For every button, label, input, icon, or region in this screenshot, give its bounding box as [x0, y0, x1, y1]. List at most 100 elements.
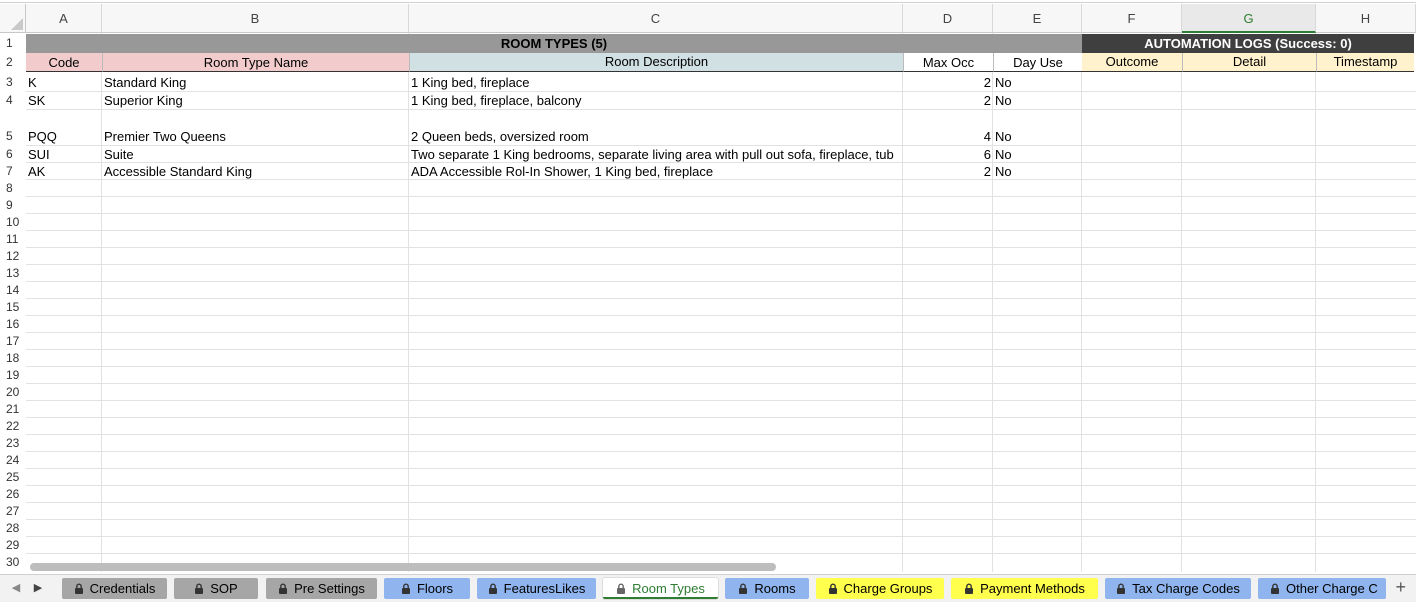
- row-header[interactable]: 25: [0, 469, 26, 486]
- cell-code[interactable]: AK: [26, 163, 102, 180]
- row-header[interactable]: 6: [0, 146, 26, 163]
- row-header[interactable]: 22: [0, 418, 26, 435]
- tab-label: Credentials: [89, 581, 156, 596]
- header-day-use[interactable]: Day Use: [993, 53, 1082, 72]
- cell-max-occ[interactable]: 2: [903, 92, 993, 109]
- row-header[interactable]: 8: [0, 180, 26, 197]
- automation-logs-title[interactable]: AUTOMATION LOGS (Success: 0): [1082, 34, 1414, 53]
- row-header[interactable]: 9: [0, 197, 26, 214]
- gridline: [902, 33, 903, 572]
- cell-max-occ[interactable]: 2: [903, 74, 993, 91]
- cell-room-type-name[interactable]: Standard King: [102, 74, 409, 91]
- row-header[interactable]: 28: [0, 520, 26, 537]
- cell-room-description[interactable]: 2 Queen beds, oversized room: [409, 128, 903, 145]
- row-header[interactable]: 3: [0, 74, 26, 91]
- tab-floors[interactable]: Floors: [384, 578, 470, 599]
- header-max-occ[interactable]: Max Occ: [903, 53, 993, 72]
- header-room-type-name[interactable]: Room Type Name: [102, 53, 409, 72]
- header-room-description[interactable]: Room Description: [409, 53, 903, 72]
- row-header[interactable]: 26: [0, 486, 26, 503]
- header-timestamp[interactable]: Timestamp: [1316, 53, 1414, 72]
- cell-room-type-name[interactable]: Accessible Standard King: [102, 163, 409, 180]
- row-header[interactable]: 14: [0, 282, 26, 299]
- cell-code[interactable]: SUI: [26, 146, 102, 163]
- row-header[interactable]: 10: [0, 214, 26, 231]
- cell-room-type-name[interactable]: Superior King: [102, 92, 409, 109]
- cell-room-type-name[interactable]: Premier Two Queens: [102, 128, 409, 145]
- row-header[interactable]: 13: [0, 265, 26, 282]
- cell-day-use[interactable]: No: [993, 128, 1082, 145]
- row-header[interactable]: 5: [0, 128, 26, 145]
- tab-tax-charge-codes[interactable]: Tax Charge Codes: [1105, 578, 1251, 599]
- tab-featureslikes[interactable]: FeaturesLikes: [477, 578, 596, 599]
- header-detail[interactable]: Detail: [1182, 53, 1316, 72]
- row-header[interactable]: 20: [0, 384, 26, 401]
- cell-room-type-name[interactable]: Suite: [102, 146, 409, 163]
- cell-max-occ[interactable]: 6: [903, 146, 993, 163]
- row-header[interactable]: 7: [0, 163, 26, 180]
- header-outcome[interactable]: Outcome: [1082, 53, 1182, 72]
- row-header[interactable]: 18: [0, 350, 26, 367]
- row-header[interactable]: 4: [0, 92, 26, 109]
- row-header[interactable]: 19: [0, 367, 26, 384]
- horizontal-scrollbar[interactable]: [30, 563, 776, 571]
- select-all-corner[interactable]: [0, 4, 26, 33]
- plus-icon[interactable]: +: [1395, 577, 1406, 598]
- row-header[interactable]: 12: [0, 248, 26, 265]
- tab-charge-groups[interactable]: Charge Groups: [816, 578, 944, 599]
- cell-room-description[interactable]: Two separate 1 King bedrooms, separate l…: [409, 146, 903, 163]
- gridline: [26, 468, 1416, 469]
- tab-room-types[interactable]: Room Types: [603, 578, 718, 599]
- tab-other-charge-codes[interactable]: Other Charge C: [1258, 578, 1386, 599]
- row-header[interactable]: 27: [0, 503, 26, 520]
- spreadsheet-grid[interactable]: A B C D E F G H 1 2 3 4 5 6 7 8 9 10 11 …: [0, 0, 1416, 572]
- gridline: [26, 536, 1416, 537]
- tab-rooms[interactable]: Rooms: [725, 578, 809, 599]
- chevron-right-icon[interactable]: ▶: [30, 579, 46, 597]
- row-header[interactable]: 24: [0, 452, 26, 469]
- column-header-a[interactable]: A: [26, 4, 102, 33]
- row-header[interactable]: 1: [0, 35, 26, 52]
- cell-day-use[interactable]: No: [993, 74, 1082, 91]
- row-header[interactable]: 29: [0, 537, 26, 554]
- column-header-g[interactable]: G: [1182, 4, 1316, 33]
- row-header[interactable]: 15: [0, 299, 26, 316]
- row-header[interactable]: 11: [0, 231, 26, 248]
- cell-code[interactable]: PQQ: [26, 128, 102, 145]
- tab-pre-settings[interactable]: Pre Settings: [266, 578, 377, 599]
- row-header[interactable]: 23: [0, 435, 26, 452]
- tab-payment-methods[interactable]: Payment Methods: [951, 578, 1098, 599]
- cell-max-occ[interactable]: 2: [903, 163, 993, 180]
- cell-day-use[interactable]: No: [993, 92, 1082, 109]
- chevron-left-icon[interactable]: ◀: [8, 579, 24, 597]
- column-header-f[interactable]: F: [1082, 4, 1182, 33]
- tab-credentials[interactable]: Credentials: [62, 578, 167, 599]
- gridline: [992, 33, 993, 572]
- column-header-e[interactable]: E: [993, 4, 1082, 33]
- cell-code[interactable]: SK: [26, 92, 102, 109]
- row-header[interactable]: 2: [0, 54, 26, 71]
- cell-room-description[interactable]: 1 King bed, fireplace: [409, 74, 903, 91]
- cell-max-occ[interactable]: 4: [903, 128, 993, 145]
- row-header[interactable]: 16: [0, 316, 26, 333]
- row-header[interactable]: 17: [0, 333, 26, 350]
- tab-label: Pre Settings: [294, 581, 365, 596]
- cell-day-use[interactable]: No: [993, 146, 1082, 163]
- header-code[interactable]: Code: [26, 53, 102, 72]
- column-header-h[interactable]: H: [1316, 4, 1416, 33]
- cell-room-description[interactable]: ADA Accessible Rol-In Shower, 1 King bed…: [409, 163, 903, 180]
- tab-label: Other Charge C: [1286, 581, 1378, 596]
- gridline: [26, 315, 1416, 316]
- tab-label: Rooms: [754, 581, 796, 596]
- tab-sop[interactable]: SOP: [174, 578, 258, 599]
- row-header[interactable]: 30: [0, 554, 26, 571]
- cell-code[interactable]: K: [26, 74, 102, 91]
- cell-day-use[interactable]: No: [993, 163, 1082, 180]
- row-header[interactable]: 21: [0, 401, 26, 418]
- room-types-title[interactable]: ROOM TYPES (5): [26, 34, 1082, 53]
- cell-room-description[interactable]: 1 King bed, fireplace, balcony: [409, 92, 903, 109]
- column-header-c[interactable]: C: [409, 4, 903, 33]
- column-header-d[interactable]: D: [903, 4, 993, 33]
- tab-label: Room Types: [632, 581, 705, 596]
- column-header-b[interactable]: B: [102, 4, 409, 33]
